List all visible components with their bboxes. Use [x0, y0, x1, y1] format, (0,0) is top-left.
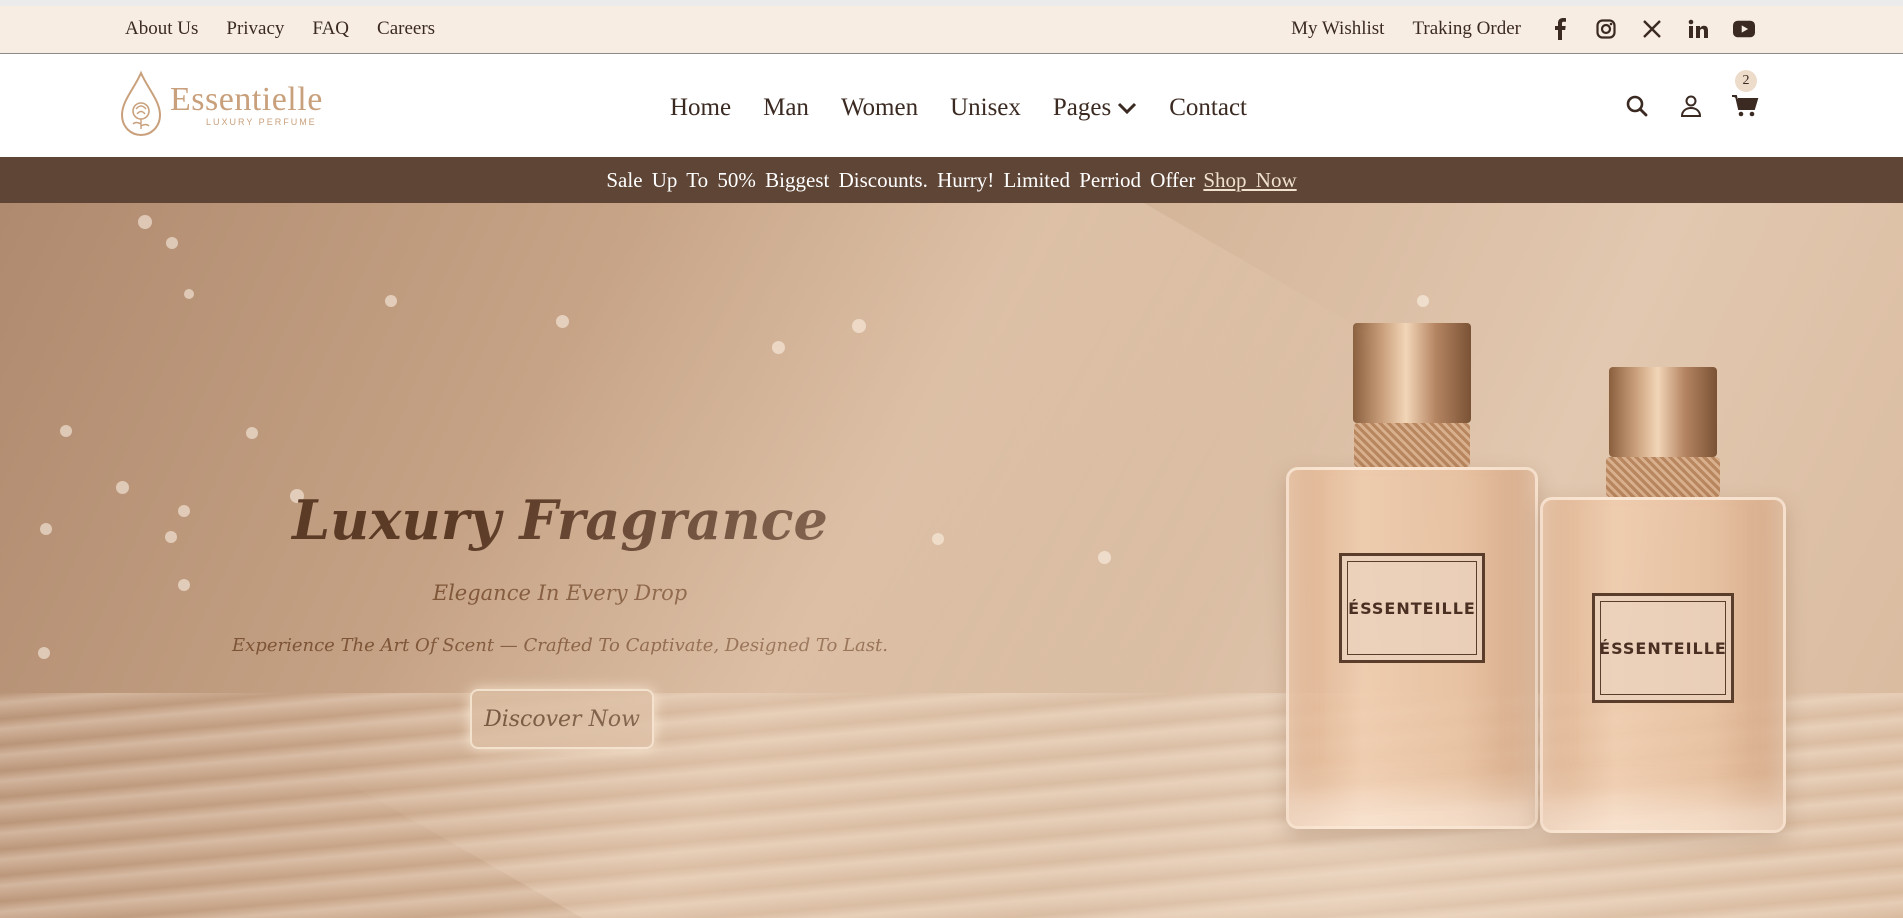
promo-bar: Sale Up To 50% Biggest Discounts. Hurry!…: [0, 157, 1903, 203]
linkedin-icon[interactable]: [1687, 18, 1709, 40]
nav-pages-label: Pages: [1052, 94, 1112, 121]
bokeh-light: [772, 341, 785, 354]
faq-link[interactable]: FAQ: [312, 18, 349, 40]
hero-title: Luxury Fragrance: [292, 488, 828, 552]
rose-drop-icon: [120, 70, 162, 137]
hero-description: Experience The Art Of Scent — Crafted To…: [232, 635, 888, 656]
main-nav: Home Man Women Unisex Pages Contact: [670, 94, 1247, 122]
youtube-icon[interactable]: [1733, 18, 1755, 40]
bokeh-light: [38, 647, 50, 659]
cart-icon[interactable]: 2: [1731, 70, 1759, 120]
bottle-cap: [1609, 367, 1717, 457]
about-us-link[interactable]: About Us: [125, 18, 198, 40]
facebook-icon[interactable]: [1549, 18, 1571, 40]
social-links: [1549, 18, 1755, 40]
bokeh-light: [932, 533, 944, 545]
tracking-order-link[interactable]: Traking Order: [1412, 18, 1521, 40]
topbar-links: About Us Privacy FAQ Careers: [125, 18, 435, 40]
perfume-bottle-small: ÉSSENTEILLE: [1540, 367, 1786, 867]
main-header: Essentielle LUXURY PERFUME Home Man Wome…: [0, 54, 1903, 157]
bokeh-light: [1417, 295, 1429, 307]
nav-man[interactable]: Man: [763, 94, 809, 122]
top-utility-bar: About Us Privacy FAQ Careers My Wishlist…: [0, 0, 1903, 54]
nav-women[interactable]: Women: [841, 94, 918, 122]
promo-text: Sale Up To 50% Biggest Discounts. Hurry!…: [606, 167, 1196, 192]
nav-unisex[interactable]: Unisex: [950, 94, 1021, 122]
bokeh-light: [852, 319, 866, 333]
wishlist-link[interactable]: My Wishlist: [1291, 18, 1384, 40]
hero-subtitle: Elegance In Every Drop: [432, 581, 688, 605]
bokeh-light: [246, 427, 258, 439]
logo-text: Essentielle LUXURY PERFUME: [170, 81, 323, 127]
bokeh-light: [165, 531, 177, 543]
bokeh-light: [138, 215, 152, 229]
bottle-collar: [1354, 423, 1470, 467]
brand-name: Essentielle: [170, 81, 323, 118]
bokeh-light: [178, 505, 190, 517]
careers-link[interactable]: Careers: [377, 18, 435, 40]
bokeh-light: [184, 289, 194, 299]
perfume-bottle-large: ÉSSENTEILLE: [1286, 323, 1538, 863]
privacy-link[interactable]: Privacy: [226, 18, 284, 40]
bokeh-light: [385, 295, 397, 307]
topbar-right: My Wishlist Traking Order: [1291, 18, 1755, 40]
hero-banner: Luxury Fragrance Elegance In Every Drop …: [0, 203, 1903, 918]
bokeh-light: [166, 237, 178, 249]
nav-pages[interactable]: Pages: [1053, 94, 1137, 122]
nav-contact[interactable]: Contact: [1169, 94, 1247, 122]
header-actions: 2: [1623, 70, 1759, 120]
bokeh-light: [178, 579, 190, 591]
bottle-label-text: ÉSSENTEILLE: [1599, 601, 1726, 695]
bottle-label-text: ÉSSENTEILLE: [1347, 561, 1477, 655]
bottle-label: ÉSSENTEILLE: [1592, 593, 1734, 703]
bottle-label: ÉSSENTEILLE: [1339, 553, 1485, 663]
user-icon[interactable]: [1677, 92, 1705, 120]
bottle-cap: [1353, 323, 1471, 423]
cart-count-badge: 2: [1735, 70, 1757, 92]
shop-now-link[interactable]: Shop Now: [1203, 168, 1296, 193]
search-icon[interactable]: [1623, 92, 1651, 120]
instagram-icon[interactable]: [1595, 18, 1617, 40]
chevron-down-icon: [1118, 102, 1137, 115]
bokeh-light: [40, 523, 52, 535]
discover-now-button[interactable]: Discover Now: [470, 689, 654, 749]
x-icon[interactable]: [1641, 18, 1663, 40]
nav-home[interactable]: Home: [670, 94, 731, 122]
bokeh-light: [1098, 551, 1111, 564]
brand-tagline: LUXURY PERFUME: [206, 117, 317, 127]
brand-logo[interactable]: Essentielle LUXURY PERFUME: [116, 69, 323, 139]
bokeh-light: [116, 481, 129, 494]
bottle-collar: [1606, 457, 1720, 497]
bokeh-light: [556, 315, 569, 328]
bokeh-light: [60, 425, 72, 437]
